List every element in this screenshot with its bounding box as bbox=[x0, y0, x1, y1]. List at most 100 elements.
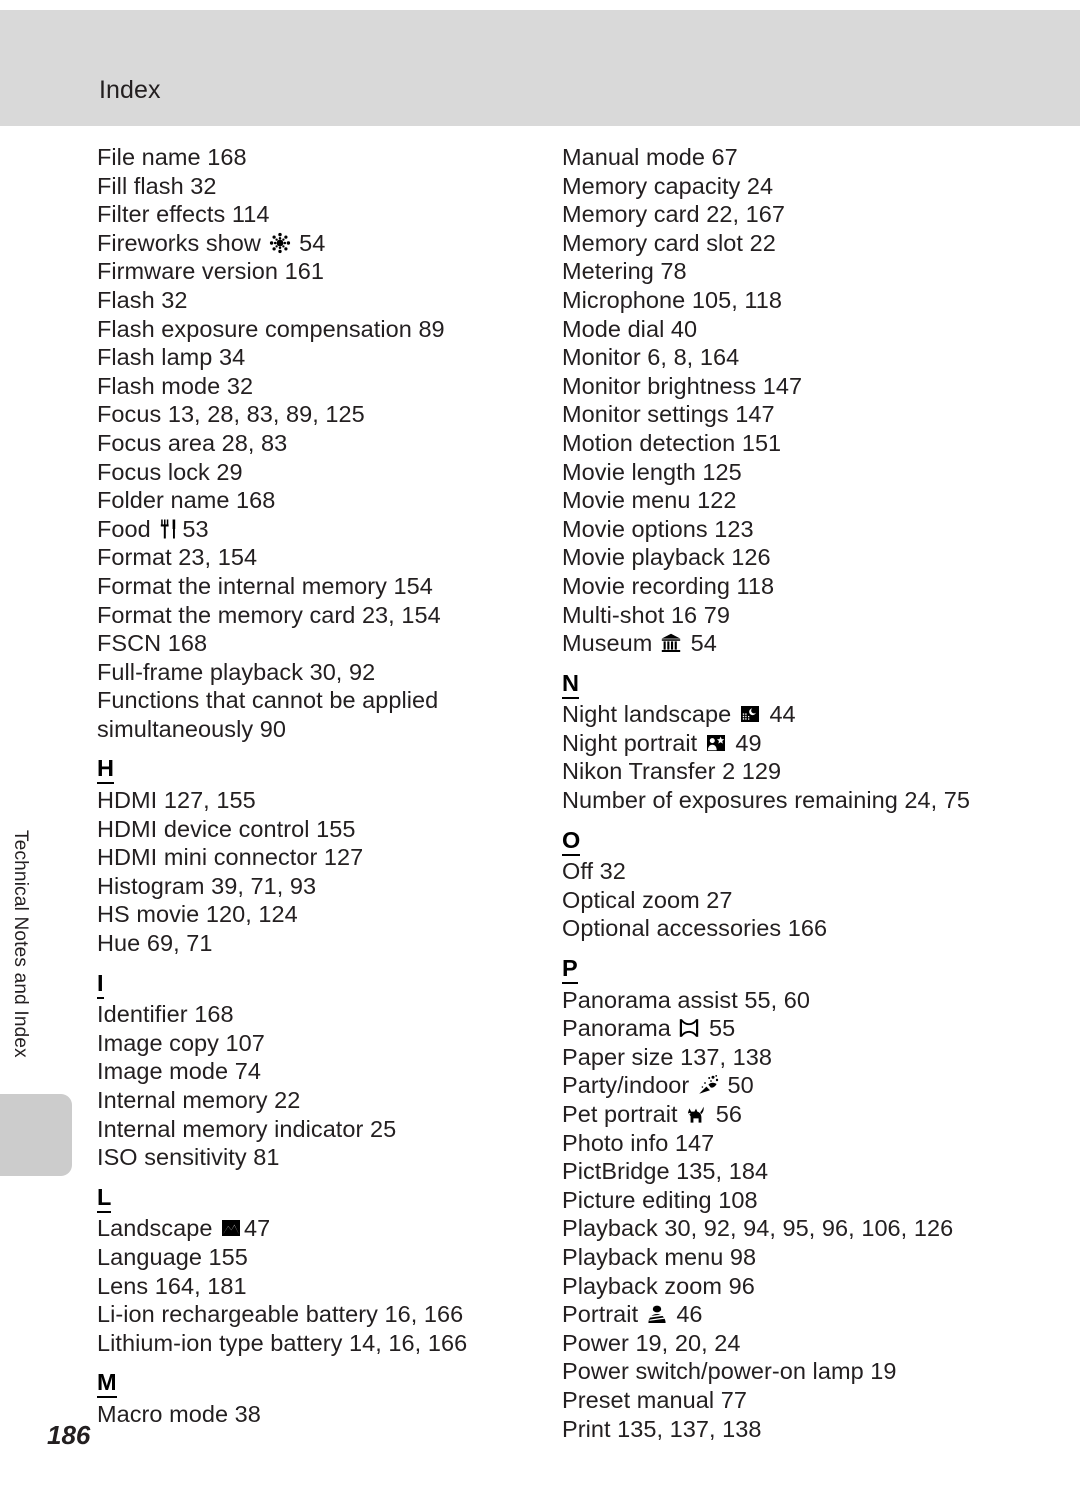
index-entry-label: Format 23, 154 bbox=[97, 544, 258, 571]
index-entry: Paper size 137, 138 bbox=[562, 1043, 1022, 1072]
index-entry: Full-frame playback 30, 92 bbox=[97, 658, 552, 687]
index-entry: Landscape 47 bbox=[97, 1214, 552, 1243]
index-entry-label: Fireworks show bbox=[97, 229, 268, 256]
index-entry: Mode dial 40 bbox=[562, 315, 1022, 344]
index-entry: Monitor 6, 8, 164 bbox=[562, 343, 1022, 372]
index-entry-label: Hue 69, 71 bbox=[97, 930, 213, 957]
index-entry: Party/indoor 50 bbox=[562, 1071, 1022, 1100]
index-entry: Off 32 bbox=[562, 857, 1022, 886]
index-entry: Li-ion rechargeable battery 16, 166 bbox=[97, 1300, 552, 1329]
index-entry-label: File name 168 bbox=[97, 144, 247, 170]
index-entry: Lithium-ion type battery 14, 16, 166 bbox=[97, 1329, 552, 1358]
index-entry: HDMI device control 155 bbox=[97, 815, 552, 844]
index-entry-label: Portrait bbox=[562, 1301, 645, 1328]
index-entry-label: Movie length 125 bbox=[562, 458, 742, 485]
index-entry: Internal memory 22 bbox=[97, 1086, 552, 1115]
index-entry-label: Landscape bbox=[97, 1215, 220, 1242]
index-entry-label: Panorama assist 55, 60 bbox=[562, 986, 810, 1013]
night-portrait-icon bbox=[705, 732, 727, 754]
index-entry: Pet portrait 56 bbox=[562, 1100, 1022, 1129]
index-entry-label: Memory capacity 24 bbox=[562, 172, 774, 199]
food-icon bbox=[158, 518, 180, 540]
index-entry-label: Mode dial 40 bbox=[562, 315, 698, 342]
index-entry-page-ref: 44 bbox=[762, 701, 796, 728]
index-entry-label: Manual mode 67 bbox=[562, 144, 738, 170]
index-entry-label: Off 32 bbox=[562, 858, 626, 885]
index-entry: Fill flash 32 bbox=[97, 172, 552, 201]
page-title: Index bbox=[99, 76, 161, 104]
index-entry: Manual mode 67 bbox=[562, 143, 1022, 172]
index-entry: Memory card 22, 167 bbox=[562, 200, 1022, 229]
index-entry-label: Full-frame playback 30, 92 bbox=[97, 658, 376, 685]
index-entry: Hue 69, 71 bbox=[97, 929, 552, 958]
index-entry: Photo info 147 bbox=[562, 1129, 1022, 1158]
index-entry: Nikon Transfer 2 129 bbox=[562, 757, 1022, 786]
index-entry-label: Histogram 39, 71, 93 bbox=[97, 872, 317, 899]
index-entry: Night landscape 44 bbox=[562, 700, 1022, 729]
index-entry: PictBridge 135, 184 bbox=[562, 1157, 1022, 1186]
index-entry-label: ISO sensitivity 81 bbox=[97, 1144, 280, 1171]
index-entry-label: Lithium-ion type battery 14, 16, 166 bbox=[97, 1329, 468, 1356]
party-icon bbox=[697, 1074, 719, 1096]
night-landscape-icon bbox=[739, 703, 761, 725]
index-letter-glyph: L bbox=[97, 1183, 112, 1213]
index-entry: Internal memory indicator 25 bbox=[97, 1115, 552, 1144]
index-entry: Movie options 123 bbox=[562, 515, 1022, 544]
index-entry: Panorama assist 55, 60 bbox=[562, 986, 1022, 1015]
index-entry: Histogram 39, 71, 93 bbox=[97, 872, 552, 901]
index-entry: FSCN 168 bbox=[97, 629, 552, 658]
index-letter-glyph: P bbox=[562, 955, 578, 985]
index-entry: Movie length 125 bbox=[562, 458, 1022, 487]
index-entry: Movie recording 118 bbox=[562, 572, 1022, 601]
index-entry-label: Language 155 bbox=[97, 1243, 248, 1270]
index-entry-label: Photo info 147 bbox=[562, 1129, 715, 1156]
index-entry: Memory capacity 24 bbox=[562, 172, 1022, 201]
index-entry: Playback menu 98 bbox=[562, 1243, 1022, 1272]
index-entry: Museum 54 bbox=[562, 629, 1022, 658]
index-entry: File name 168 bbox=[97, 143, 552, 172]
index-entry-label: Playback 30, 92, 94, 95, 96, 106, 126 bbox=[562, 1215, 954, 1242]
index-entry: Image copy 107 bbox=[97, 1029, 552, 1058]
index-entry-label: Functions that cannot be applied simulta… bbox=[97, 687, 439, 742]
index-letter-heading-p: P bbox=[562, 954, 1022, 985]
index-entry-label: Monitor 6, 8, 164 bbox=[562, 344, 740, 371]
index-entry-label: Macro mode 38 bbox=[97, 1400, 261, 1427]
panorama-icon bbox=[678, 1017, 700, 1039]
index-entry: Microphone 105, 118 bbox=[562, 286, 1022, 315]
index-entry: Monitor brightness 147 bbox=[562, 372, 1022, 401]
index-entry-label: Flash lamp 34 bbox=[97, 344, 246, 371]
museum-icon bbox=[660, 632, 682, 654]
index-entry-page-ref: 53 bbox=[182, 515, 209, 542]
index-entry: Optional accessories 166 bbox=[562, 914, 1022, 943]
index-entry: Image mode 74 bbox=[97, 1057, 552, 1086]
index-entry: Format the memory card 23, 154 bbox=[97, 601, 552, 630]
index-entry-page-ref: 46 bbox=[669, 1301, 703, 1328]
index-entry: Folder name 168 bbox=[97, 486, 552, 515]
index-letter-glyph: H bbox=[97, 755, 114, 785]
index-entry: Fireworks show 54 bbox=[97, 229, 552, 258]
index-entry: Motion detection 151 bbox=[562, 429, 1022, 458]
portrait-icon bbox=[646, 1303, 668, 1325]
index-column-left: File name 168 Fill flash 32 Filter effects… bbox=[97, 143, 552, 1429]
index-entry-label: HDMI device control 155 bbox=[97, 815, 356, 842]
index-entry-label: Optional accessories 166 bbox=[562, 915, 828, 942]
index-entry-label: Playback zoom 96 bbox=[562, 1272, 755, 1299]
index-entry-page-ref: 49 bbox=[728, 729, 762, 756]
index-entry-page-ref: 54 bbox=[292, 229, 326, 256]
index-entry-label: Flash 32 bbox=[97, 286, 188, 313]
index-entry-label: Print 135, 137, 138 bbox=[562, 1415, 762, 1442]
index-entry: Food 53 bbox=[97, 515, 552, 544]
index-entry: Portrait 46 bbox=[562, 1300, 1022, 1329]
landscape-icon bbox=[220, 1217, 242, 1239]
index-entry-label: Pet portrait bbox=[562, 1101, 685, 1127]
index-entry-label: Motion detection 151 bbox=[562, 429, 782, 456]
index-entry-label: Playback menu 98 bbox=[562, 1243, 757, 1270]
index-entry-label: Internal memory indicator 25 bbox=[97, 1115, 397, 1142]
index-entry-label: Firmware version 161 bbox=[97, 258, 324, 285]
index-entry-label: Li-ion rechargeable battery 16, 166 bbox=[97, 1301, 464, 1328]
index-entry-label: Focus 13, 28, 83, 89, 125 bbox=[97, 401, 365, 428]
index-entry-label: Focus area 28, 83 bbox=[97, 429, 288, 456]
index-entry-label: Multi-shot 16 79 bbox=[562, 601, 730, 628]
index-entry-label: Power switch/power-on lamp 19 bbox=[562, 1358, 897, 1385]
index-entry-label: Party/indoor bbox=[562, 1072, 696, 1099]
